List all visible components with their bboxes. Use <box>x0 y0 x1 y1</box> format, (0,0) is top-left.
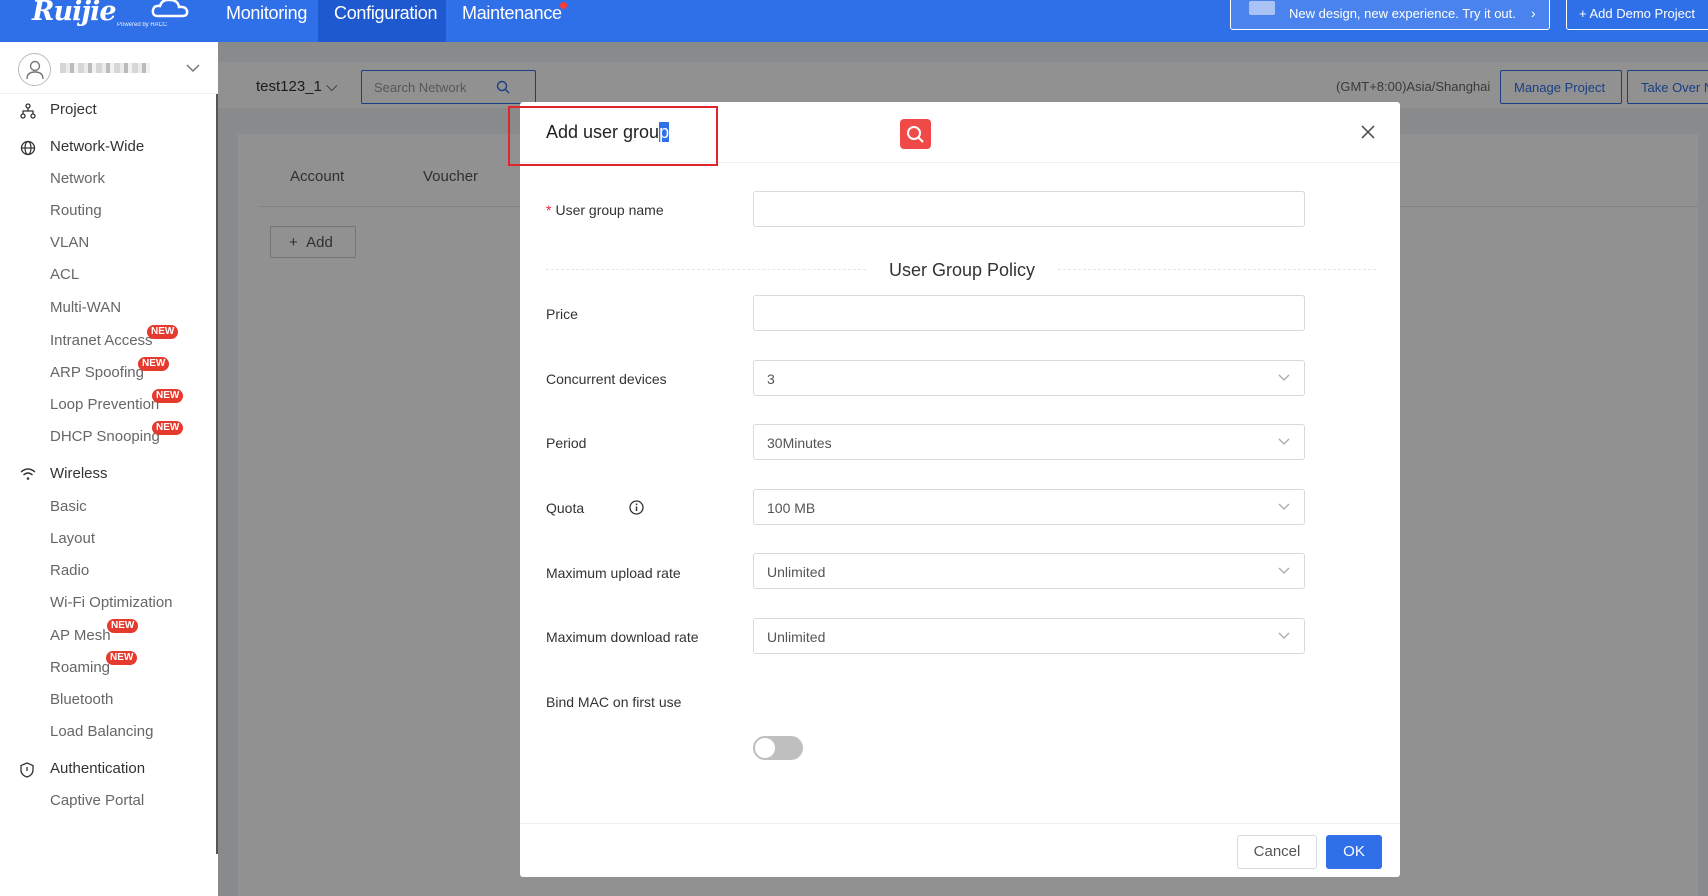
ok-button[interactable]: OK <box>1326 835 1382 869</box>
wifi-icon <box>20 468 36 480</box>
nav-maintenance[interactable]: Maintenance <box>462 0 562 42</box>
toggle-knob <box>755 738 775 758</box>
policy-divider-left <box>546 269 866 270</box>
sidebar-item-wifi-optimization[interactable]: Wi-Fi Optimization <box>50 594 173 611</box>
modal-footer-divider <box>520 823 1400 824</box>
sidebar-item-network[interactable]: Network <box>50 170 105 187</box>
sidebar-item-ap-mesh[interactable]: AP Mesh <box>50 627 111 644</box>
sidebar-group-network-wide[interactable]: Network-Wide <box>0 132 218 162</box>
price-input[interactable] <box>753 295 1305 331</box>
nav-configuration[interactable]: Configuration <box>318 0 446 42</box>
chevron-down-icon <box>1278 438 1290 445</box>
new-badge: NEW <box>106 651 138 665</box>
project-icon <box>20 103 36 119</box>
period-select[interactable]: 30Minutes <box>753 424 1305 460</box>
max-upload-rate-label: Maximum upload rate <box>546 565 681 581</box>
ruijie-logo[interactable]: Ruijie Powered by RACC <box>32 0 189 36</box>
new-design-banner[interactable]: New design, new experience. Try it out. … <box>1230 0 1550 30</box>
new-badge: NEW <box>138 357 170 371</box>
user-icon <box>26 60 44 80</box>
sidebar-item-routing[interactable]: Routing <box>50 202 102 219</box>
username-blurred <box>60 63 150 73</box>
highlight-annotation-box <box>508 106 718 166</box>
user-selector[interactable] <box>0 42 218 94</box>
bind-mac-toggle[interactable] <box>753 736 803 760</box>
sidebar-group-project[interactable]: Project <box>0 95 218 125</box>
globe-icon <box>20 140 36 156</box>
sidebar-item-vlan[interactable]: VLAN <box>50 234 89 251</box>
sidebar-item-multi-wan[interactable]: Multi-WAN <box>50 299 121 316</box>
avatar <box>18 53 51 86</box>
max-download-rate-select[interactable]: Unlimited <box>753 618 1305 654</box>
new-badge: NEW <box>152 389 184 403</box>
notification-dot <box>560 2 567 9</box>
user-group-policy-heading: User Group Policy <box>889 260 1036 280</box>
sidebar-item-loop-prevention[interactable]: Loop Prevention <box>50 396 159 413</box>
sidebar-item-dhcp-snooping[interactable]: DHCP Snooping <box>50 428 160 445</box>
chevron-down-icon <box>186 64 200 73</box>
shield-icon <box>20 762 34 778</box>
concurrent-devices-label: Concurrent devices <box>546 371 667 387</box>
sidebar: Project Network-Wide Network Routing VLA… <box>0 42 219 896</box>
sidebar-item-roaming[interactable]: Roaming <box>50 659 110 676</box>
new-badge: NEW <box>107 619 139 633</box>
sidebar-item-radio[interactable]: Radio <box>50 562 89 579</box>
required-asterisk-icon: * <box>546 202 552 218</box>
close-icon[interactable] <box>1360 124 1376 140</box>
chevron-down-icon <box>1278 503 1290 510</box>
quota-select[interactable]: 100 MB <box>753 489 1305 525</box>
chevron-down-icon <box>1278 632 1290 639</box>
sidebar-item-basic[interactable]: Basic <box>50 498 87 515</box>
sidebar-group-wireless[interactable]: Wireless <box>0 459 218 489</box>
sidebar-item-load-balancing[interactable]: Load Balancing <box>50 723 153 740</box>
red-search-button[interactable] <box>900 119 931 149</box>
quota-label: Quota <box>546 500 644 516</box>
user-group-name-input[interactable] <box>753 191 1305 227</box>
add-demo-project-button[interactable]: + Add Demo Project <box>1566 0 1708 30</box>
price-label: Price <box>546 306 578 322</box>
chevron-right-icon: › <box>1531 5 1536 21</box>
sidebar-item-layout[interactable]: Layout <box>50 530 95 547</box>
period-label: Period <box>546 435 587 451</box>
chevron-down-icon <box>1278 374 1290 381</box>
top-bar: Ruijie Powered by RACC Monitoring Config… <box>0 0 1708 42</box>
bind-mac-label: Bind MAC on first use <box>546 694 682 710</box>
sidebar-item-intranet-access[interactable]: Intranet Access <box>50 332 153 349</box>
sidebar-item-arp-spoofing[interactable]: ARP Spoofing <box>50 364 144 381</box>
nav-monitoring[interactable]: Monitoring <box>226 0 307 42</box>
banner-image-icon <box>1249 1 1275 15</box>
concurrent-devices-select[interactable]: 3 <box>753 360 1305 396</box>
chevron-down-icon <box>1278 567 1290 574</box>
cancel-button[interactable]: Cancel <box>1237 835 1317 869</box>
sidebar-item-bluetooth[interactable]: Bluetooth <box>50 691 113 708</box>
sidebar-item-acl[interactable]: ACL <box>50 266 79 283</box>
max-upload-rate-select[interactable]: Unlimited <box>753 553 1305 589</box>
sidebar-group-authentication[interactable]: Authentication <box>0 754 218 784</box>
policy-divider-right <box>1058 269 1376 270</box>
new-badge: NEW <box>147 325 179 339</box>
search-icon <box>907 126 924 143</box>
info-icon[interactable] <box>629 500 644 515</box>
max-download-rate-label: Maximum download rate <box>546 629 699 645</box>
user-group-name-label: * User group name <box>546 202 664 218</box>
add-user-group-modal: Add user group * User group name User Gro… <box>520 102 1400 877</box>
sidebar-item-captive-portal[interactable]: Captive Portal <box>50 792 144 809</box>
cloud-logo-icon <box>151 0 189 18</box>
new-badge: NEW <box>152 421 184 435</box>
